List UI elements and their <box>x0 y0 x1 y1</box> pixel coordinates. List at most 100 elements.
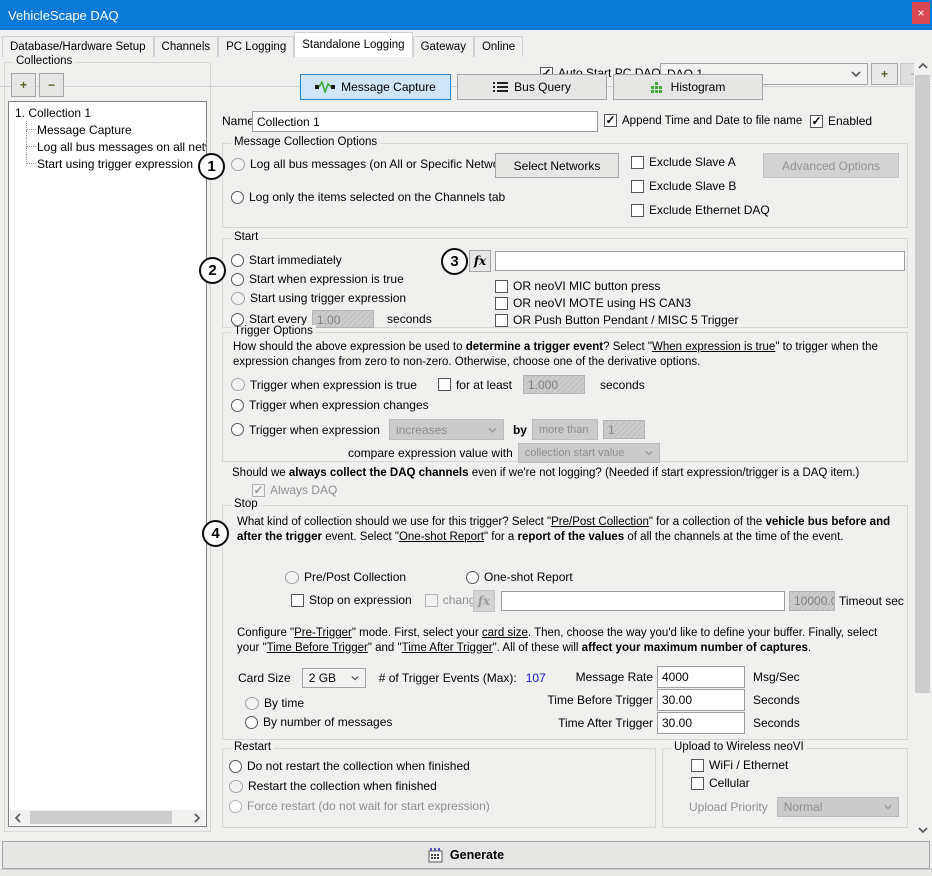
scroll-right-icon[interactable] <box>189 810 205 825</box>
scroll-left-icon[interactable] <box>10 810 26 825</box>
fx-icon: fx <box>474 254 486 268</box>
message-rate-input[interactable] <box>657 666 745 688</box>
log-all-bus-messages-radio[interactable] <box>231 158 245 171</box>
message-capture-view-label: Message Capture <box>341 80 436 94</box>
stop-description: What kind of collection should we use fo… <box>237 515 893 545</box>
trigger-when-true-radio[interactable] <box>231 378 245 391</box>
scroll-up-icon[interactable] <box>914 58 931 74</box>
derivative-direction-select: increases <box>389 419 504 440</box>
start-immediately-label: Start immediately <box>249 253 342 267</box>
histogram-view-button[interactable]: Histogram <box>613 74 763 100</box>
card-size-select[interactable]: 2 GB <box>302 668 366 688</box>
time-after-trigger-unit: Seconds <box>753 716 800 730</box>
trigger-when-changes-radio[interactable] <box>231 399 244 412</box>
message-capture-view-button[interactable]: Message Capture <box>300 74 451 100</box>
annotation-4: 4 <box>202 520 229 547</box>
trigger-when-expression-radio[interactable] <box>231 423 244 436</box>
time-before-trigger-input[interactable] <box>657 689 745 711</box>
stop-expression-input[interactable] <box>501 591 785 611</box>
time-after-trigger-input[interactable] <box>657 712 745 734</box>
tab-channels[interactable]: Channels <box>154 36 219 57</box>
add-collection-button[interactable]: + <box>11 73 36 97</box>
compare-with-value: collection start value <box>525 447 625 459</box>
log-only-channels-radio[interactable] <box>231 191 244 204</box>
timeout-value-field: 10000.000 <box>789 591 835 611</box>
message-rate-label: Message Rate <box>463 670 653 684</box>
tree-item-collection-1[interactable]: 1. Collection 1 <box>9 102 206 121</box>
generate-button[interactable]: Generate <box>2 841 930 869</box>
name-input[interactable] <box>252 111 598 132</box>
always-daq-checkbox <box>252 484 265 497</box>
tab-database-hardware-setup[interactable]: Database/Hardware Setup <box>2 36 154 57</box>
trigger-options-group: Trigger Options How should the above exp… <box>222 332 908 462</box>
chevron-down-icon <box>851 71 861 77</box>
waveform-icon <box>315 81 335 93</box>
wifi-ethernet-checkbox[interactable] <box>691 759 704 772</box>
or-neovi-mic-checkbox[interactable] <box>495 280 508 293</box>
compare-with-select: collection start value <box>518 443 660 463</box>
collections-group: Collections + − 1. Collection 1 Message … <box>4 62 211 832</box>
generate-label: Generate <box>450 848 504 862</box>
exclude-slave-b-checkbox[interactable] <box>631 180 644 193</box>
collections-tree: 1. Collection 1 Message Capture Log all … <box>8 101 207 827</box>
close-button[interactable]: × <box>912 2 930 24</box>
or-neovi-mote-checkbox[interactable] <box>495 297 508 310</box>
histogram-view-label: Histogram <box>671 80 726 94</box>
chevron-down-icon <box>589 427 591 433</box>
bus-query-view-button[interactable]: Bus Query <box>457 74 607 100</box>
start-every-radio[interactable] <box>231 313 244 326</box>
start-using-trigger-radio[interactable] <box>231 292 245 305</box>
for-at-least-value-field: 1.000 <box>523 375 585 394</box>
pre-post-collection-radio[interactable] <box>285 571 299 584</box>
restart-when-finished-radio[interactable] <box>229 780 243 793</box>
annotation-3: 3 <box>441 248 468 275</box>
select-networks-button[interactable]: Select Networks <box>495 153 619 178</box>
list-icon <box>493 81 508 93</box>
tree-item-message-capture[interactable]: Message Capture <box>22 121 206 138</box>
one-shot-report-radio[interactable] <box>466 571 479 584</box>
card-size-label: Card Size <box>238 671 291 685</box>
exclude-ethernet-daq-checkbox[interactable] <box>631 204 644 217</box>
append-time-date-checkbox[interactable] <box>604 114 617 127</box>
stop-expression-builder-button: fx <box>473 590 495 612</box>
tree-scrollbar-thumb[interactable] <box>30 811 172 824</box>
tree-item-start-using-trigger[interactable]: Start using trigger expression <box>22 155 206 172</box>
start-when-expression-radio[interactable] <box>231 273 244 286</box>
stop-group: Stop What kind of collection should we u… <box>222 505 908 740</box>
timeout-label: Timeout sec <box>839 594 904 608</box>
start-every-seconds-label: seconds <box>387 312 432 326</box>
chevron-down-icon <box>645 450 653 456</box>
do-not-restart-radio[interactable] <box>229 760 242 773</box>
message-rate-unit: Msg/Sec <box>753 670 800 684</box>
for-at-least-checkbox[interactable] <box>438 378 451 391</box>
add-daq-button[interactable]: + <box>871 63 898 85</box>
tab-gateway[interactable]: Gateway <box>413 36 474 57</box>
by-time-radio[interactable] <box>245 697 259 710</box>
generate-icon <box>428 848 444 863</box>
expression-builder-button[interactable]: fx <box>469 250 491 272</box>
or-push-button-pendant-checkbox[interactable] <box>495 314 508 327</box>
upload-priority-label: Upload Priority <box>689 800 768 814</box>
cellular-checkbox[interactable] <box>691 777 704 790</box>
main-vertical-scrollbar[interactable] <box>914 58 931 838</box>
trigger-options-description: How should the above expression be used … <box>233 340 895 370</box>
tab-online[interactable]: Online <box>474 36 523 57</box>
or-neovi-mote-label: OR neoVI MOTE using HS CAN3 <box>513 296 691 310</box>
start-expression-input[interactable] <box>495 251 905 271</box>
scroll-down-icon[interactable] <box>914 822 931 838</box>
tab-pc-logging[interactable]: PC Logging <box>218 36 294 57</box>
comparison-value: more than <box>539 424 589 436</box>
remove-collection-button[interactable]: − <box>39 73 64 97</box>
stop-on-expression-checkbox[interactable] <box>291 594 304 607</box>
tree-item-log-all-bus-messages[interactable]: Log all bus messages on all networks <box>22 138 206 155</box>
tab-standalone-logging[interactable]: Standalone Logging <box>294 32 412 57</box>
main-scrollbar-thumb[interactable] <box>915 75 930 693</box>
tree-horizontal-scrollbar[interactable] <box>10 810 205 825</box>
force-restart-radio <box>229 800 242 813</box>
enabled-checkbox[interactable] <box>810 115 823 128</box>
by-number-of-messages-radio[interactable] <box>245 716 258 729</box>
start-immediately-radio[interactable] <box>231 254 244 267</box>
tab-strip: Database/Hardware Setup Channels PC Logg… <box>0 30 932 57</box>
exclude-slave-a-checkbox[interactable] <box>631 156 644 169</box>
exclude-slave-b-label: Exclude Slave B <box>649 179 736 193</box>
